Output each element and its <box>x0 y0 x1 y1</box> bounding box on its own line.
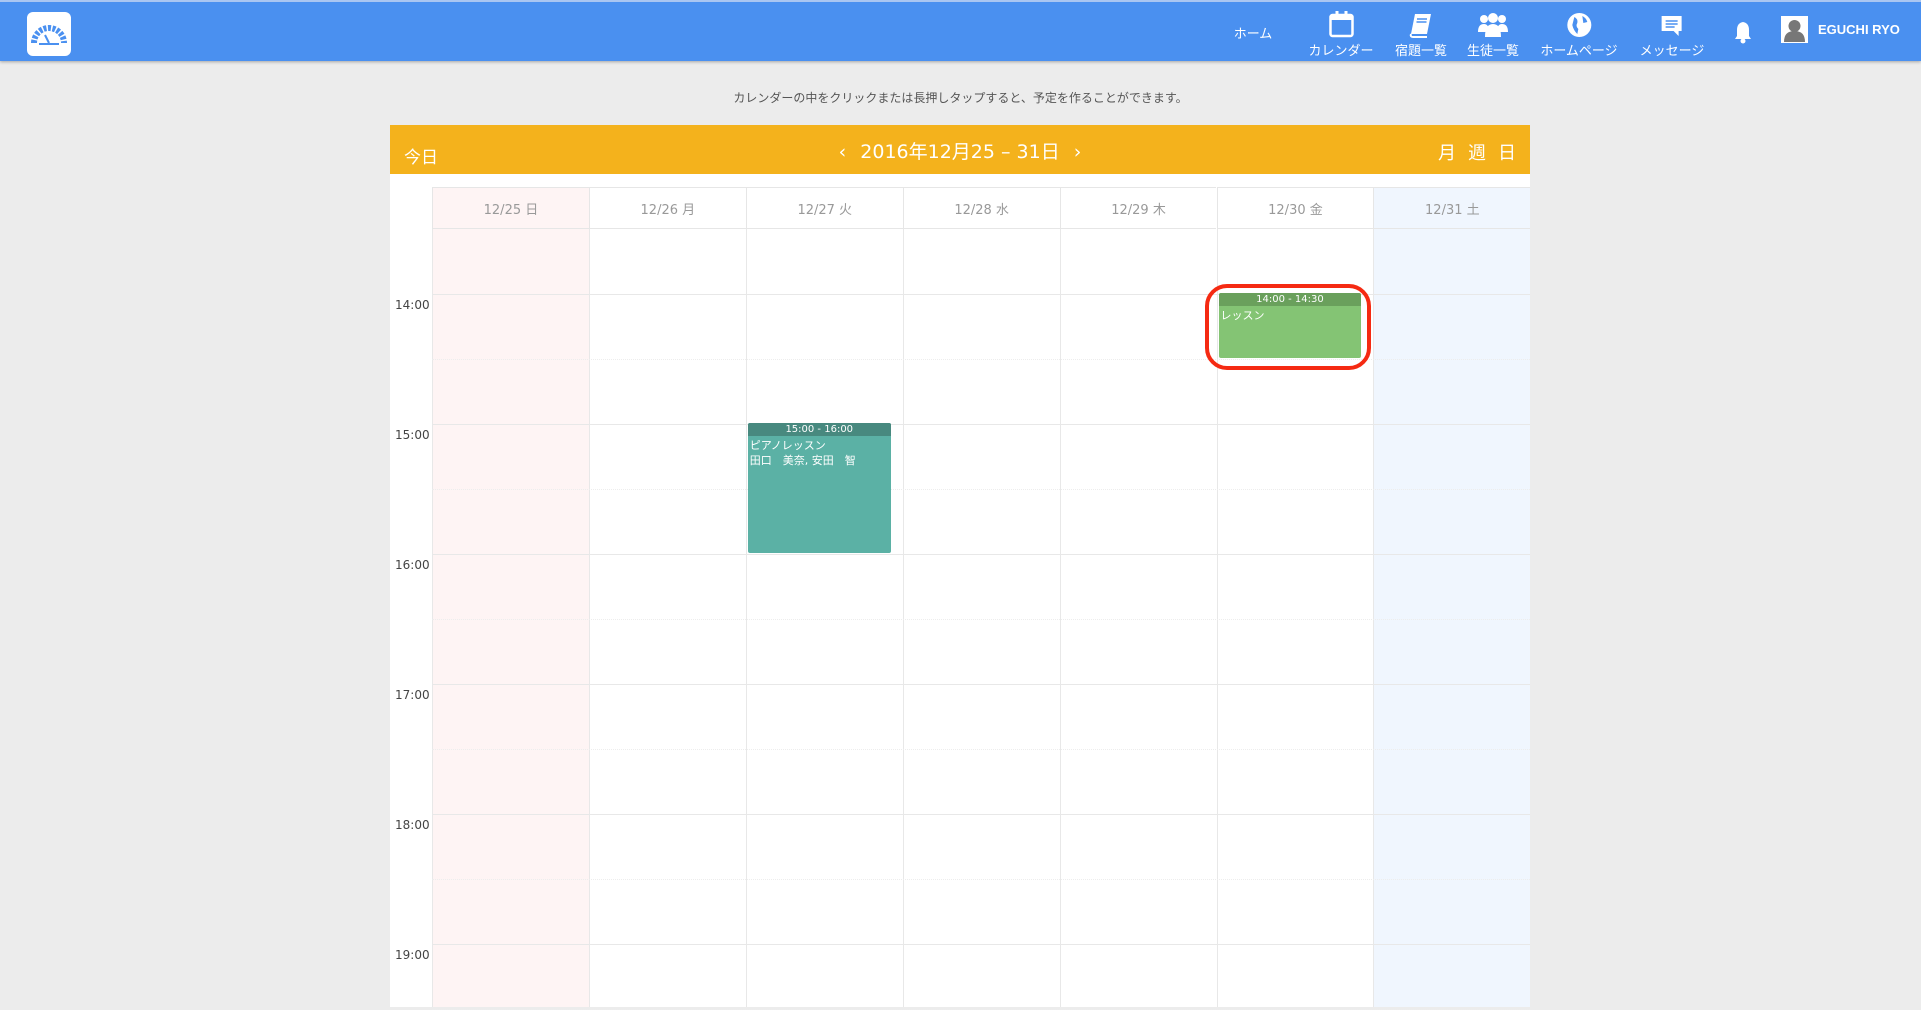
view-week-button[interactable]: 週 <box>1468 139 1486 165</box>
calendar-icon <box>1328 11 1354 38</box>
nav-calendar[interactable]: カレンダー <box>1308 2 1374 63</box>
day-header: 12/27 火 <box>745 187 903 229</box>
nav-messages-label: メッセージ <box>1639 44 1705 59</box>
time-slot-line <box>432 749 1530 750</box>
instruction-text: カレンダーの中をクリックまたは長押しタップすると、予定を作ることができます。 <box>733 91 1188 105</box>
highlight-annotation-circle <box>1205 284 1371 370</box>
nav-home-label: ホーム <box>1233 27 1273 42</box>
nav-calendar-label: カレンダー <box>1308 44 1374 59</box>
time-slot-line <box>432 554 1530 555</box>
date-range: ‹ 2016年12月25 – 31日 › <box>390 137 1530 164</box>
day-column[interactable] <box>432 229 589 1007</box>
time-slot-line <box>432 424 1530 425</box>
time-slot-line <box>432 619 1530 620</box>
user-avatar-icon <box>1784 20 1805 42</box>
bell-icon[interactable] <box>1733 20 1753 44</box>
event-detail: 田口 美奈, 安田 智 <box>749 454 856 467</box>
nav-homework-label: 宿題一覧 <box>1394 44 1448 59</box>
day-column[interactable] <box>745 229 903 1007</box>
nav-messages[interactable]: メッセージ <box>1639 2 1705 63</box>
globe-icon <box>1566 13 1591 37</box>
nav-students[interactable]: 生徒一覧 <box>1467 2 1519 63</box>
time-label: 19:00 <box>395 948 430 962</box>
event-time: 15:00 - 16:00 <box>747 423 891 436</box>
day-column[interactable] <box>588 229 746 1007</box>
day-header: 12/26 月 <box>588 187 746 229</box>
user-name[interactable]: EGUCHI RYO <box>1818 22 1900 37</box>
day-column[interactable] <box>902 229 1060 1007</box>
top-nav-bar: ホーム カレンダー 宿題一覧 生徒一覧 ホームページ メッセージ EGUCHI … <box>0 0 1921 61</box>
prev-week-button[interactable]: ‹ <box>839 141 847 163</box>
day-header: 12/30 金 <box>1216 187 1374 229</box>
calendar-toolbar: 今日 ‹ 2016年12月25 – 31日 › 月 週 日 <box>390 125 1530 174</box>
time-label: 17:00 <box>395 688 430 702</box>
day-header: 12/31 土 <box>1373 187 1531 229</box>
time-label: 14:00 <box>395 298 430 312</box>
avatar[interactable] <box>1781 16 1808 43</box>
next-week-button[interactable]: › <box>1074 141 1082 163</box>
nav-students-label: 生徒一覧 <box>1466 44 1520 59</box>
week-title: 2016年12月25 – 31日 <box>860 141 1060 163</box>
day-header: 12/28 水 <box>902 187 1060 229</box>
nav-homework[interactable]: 宿題一覧 <box>1395 2 1447 63</box>
calendar-event[interactable]: 15:00 - 16:00 ピアノレッスン田口 美奈, 安田 智 <box>747 423 891 553</box>
time-label: 16:00 <box>395 558 430 572</box>
nav-homepage[interactable]: ホームページ <box>1540 2 1618 63</box>
day-header: 12/29 木 <box>1059 187 1217 229</box>
time-slot-line <box>432 879 1530 880</box>
time-label: 15:00 <box>395 428 430 442</box>
users-icon <box>1477 13 1508 37</box>
nav-homepage-label: ホームページ <box>1540 44 1618 59</box>
day-header: 12/25 日 <box>432 187 589 229</box>
calendar: 今日 ‹ 2016年12月25 – 31日 › 月 週 日 12/25 日 12/26… <box>390 125 1531 1010</box>
time-label: 18:00 <box>395 818 430 832</box>
view-month-button[interactable]: 月 <box>1438 139 1456 165</box>
day-column[interactable] <box>1373 229 1531 1007</box>
time-slot-line <box>432 944 1530 945</box>
logo-icon <box>31 25 67 45</box>
time-slot-line <box>432 684 1530 685</box>
view-day-button[interactable]: 日 <box>1498 139 1516 165</box>
time-slot-line <box>432 489 1530 490</box>
book-icon <box>1409 14 1431 38</box>
event-title: ピアノレッスン <box>749 439 826 452</box>
nav-home[interactable]: ホーム <box>1234 2 1273 63</box>
message-icon <box>1662 16 1682 36</box>
view-switcher: 月 週 日 <box>1438 139 1516 165</box>
time-slot-line <box>432 814 1530 815</box>
app-logo[interactable] <box>27 12 71 56</box>
day-column[interactable] <box>1059 229 1217 1007</box>
